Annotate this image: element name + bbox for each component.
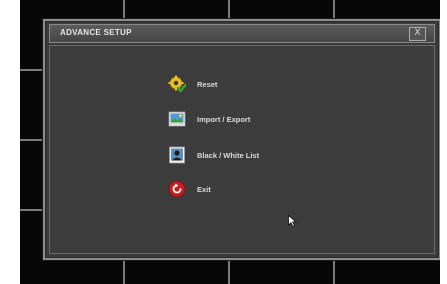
menu-item-label: Black / White List (197, 150, 260, 160)
dialog-titlebar: ADVANCE SETUP X (49, 24, 435, 43)
grid-line (228, 257, 230, 284)
advance-setup-dialog: ADVANCE SETUP X Reset Import / Export Bl… (43, 19, 440, 260)
grid-line (20, 209, 44, 211)
import-export-icon (168, 110, 186, 128)
close-button[interactable]: X (409, 27, 426, 41)
grid-line (20, 139, 44, 141)
dialog-title: ADVANCE SETUP (60, 28, 132, 37)
menu-item-label: Reset (197, 79, 218, 89)
menu-item-exit[interactable]: Exit (168, 179, 211, 199)
menu-item-import-export[interactable]: Import / Export (168, 109, 250, 129)
grid-line (228, 0, 230, 20)
reset-icon (168, 75, 187, 93)
exit-icon (168, 180, 186, 198)
grid-line (20, 69, 44, 71)
monitor-screen: ADVANCE SETUP X Reset Import / Export Bl… (20, 0, 440, 284)
mouse-pointer-icon (288, 212, 298, 231)
grid-line (333, 257, 335, 284)
menu-panel: Reset Import / Export Black / White List… (49, 45, 435, 254)
menu-item-reset[interactable]: Reset (168, 74, 217, 94)
menu-item-black-white-list[interactable]: Black / White List (168, 145, 259, 165)
menu-item-label: Import / Export (197, 114, 251, 124)
grid-line (123, 0, 125, 20)
menu-item-label: Exit (197, 184, 211, 194)
grid-line (333, 0, 335, 20)
black-white-list-icon (168, 146, 186, 164)
grid-line (123, 257, 125, 284)
